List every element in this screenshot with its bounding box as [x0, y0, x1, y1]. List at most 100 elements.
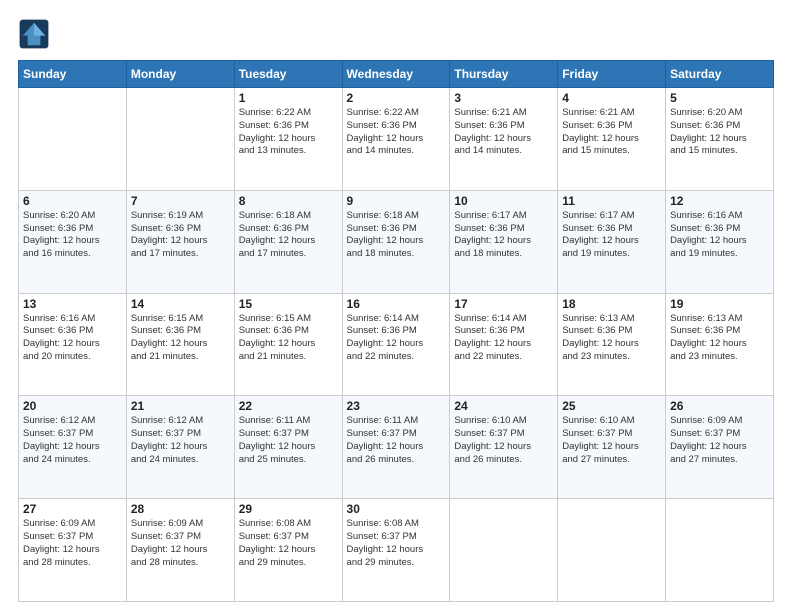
day-number: 5	[670, 91, 769, 105]
calendar-cell: 12 Sunrise: 6:16 AM Sunset: 6:36 PM Dayli…	[666, 190, 774, 293]
day-number: 3	[454, 91, 553, 105]
page: SundayMondayTuesdayWednesdayThursdayFrid…	[0, 0, 792, 612]
day-info: Sunrise: 6:18 AM Sunset: 6:36 PM Dayligh…	[239, 210, 338, 261]
day-number: 26	[670, 399, 769, 413]
calendar-cell: 9 Sunrise: 6:18 AM Sunset: 6:36 PM Daylig…	[342, 190, 450, 293]
calendar-cell: 18Sunrise: 6:13 AM Sunset: 6:36 PM Dayli…	[558, 293, 666, 396]
day-info: Sunrise: 6:10 AM Sunset: 6:37 PM Dayligh…	[562, 415, 661, 466]
weekday-header-sunday: Sunday	[19, 61, 127, 88]
day-info: Sunrise: 6:15 AM Sunset: 6:36 PM Dayligh…	[131, 313, 230, 364]
calendar-cell: 11 Sunrise: 6:17 AM Sunset: 6:36 PM Dayli…	[558, 190, 666, 293]
day-info: Sunrise: 6:09 AM Sunset: 6:37 PM Dayligh…	[131, 518, 230, 569]
day-info: Sunrise: 6:13 AM Sunset: 6:36 PM Dayligh…	[562, 313, 661, 364]
calendar-cell: 4Sunrise: 6:21 AM Sunset: 6:36 PM Daylig…	[558, 88, 666, 191]
day-info: Sunrise: 6:14 AM Sunset: 6:36 PM Dayligh…	[347, 313, 446, 364]
week-row-3: 13 Sunrise: 6:16 AM Sunset: 6:36 PM Dayli…	[19, 293, 774, 396]
calendar-cell	[558, 499, 666, 602]
day-number: 8	[239, 194, 338, 208]
calendar-cell: 13 Sunrise: 6:16 AM Sunset: 6:36 PM Dayli…	[19, 293, 127, 396]
weekday-header-monday: Monday	[126, 61, 234, 88]
calendar-cell: 7 Sunrise: 6:19 AM Sunset: 6:36 PM Daylig…	[126, 190, 234, 293]
week-row-2: 6Sunrise: 6:20 AM Sunset: 6:36 PM Daylig…	[19, 190, 774, 293]
calendar-cell: 8 Sunrise: 6:18 AM Sunset: 6:36 PM Daylig…	[234, 190, 342, 293]
day-info: Sunrise: 6:22 AM Sunset: 6:36 PM Dayligh…	[239, 107, 338, 158]
weekday-header-row: SundayMondayTuesdayWednesdayThursdayFrid…	[19, 61, 774, 88]
calendar-cell: 14 Sunrise: 6:15 AM Sunset: 6:36 PM Dayli…	[126, 293, 234, 396]
weekday-header-saturday: Saturday	[666, 61, 774, 88]
calendar-cell: 30 Sunrise: 6:08 AM Sunset: 6:37 PM Dayli…	[342, 499, 450, 602]
day-number: 27	[23, 502, 122, 516]
day-info: Sunrise: 6:22 AM Sunset: 6:36 PM Dayligh…	[347, 107, 446, 158]
day-number: 16	[347, 297, 446, 311]
day-info: Sunrise: 6:11 AM Sunset: 6:37 PM Dayligh…	[239, 415, 338, 466]
calendar-cell	[19, 88, 127, 191]
day-number: 24	[454, 399, 553, 413]
week-row-5: 27 Sunrise: 6:09 AM Sunset: 6:37 PM Dayli…	[19, 499, 774, 602]
calendar-cell: 23Sunrise: 6:11 AM Sunset: 6:37 PM Dayli…	[342, 396, 450, 499]
calendar-cell: 20 Sunrise: 6:12 AM Sunset: 6:37 PM Dayli…	[19, 396, 127, 499]
day-info: Sunrise: 6:16 AM Sunset: 6:36 PM Dayligh…	[23, 313, 122, 364]
day-info: Sunrise: 6:16 AM Sunset: 6:36 PM Dayligh…	[670, 210, 769, 261]
day-number: 9	[347, 194, 446, 208]
calendar-table: SundayMondayTuesdayWednesdayThursdayFrid…	[18, 60, 774, 602]
calendar-cell	[126, 88, 234, 191]
day-number: 14	[131, 297, 230, 311]
day-number: 1	[239, 91, 338, 105]
day-info: Sunrise: 6:18 AM Sunset: 6:36 PM Dayligh…	[347, 210, 446, 261]
calendar-cell: 3 Sunrise: 6:21 AM Sunset: 6:36 PM Daylig…	[450, 88, 558, 191]
calendar-cell: 16 Sunrise: 6:14 AM Sunset: 6:36 PM Dayli…	[342, 293, 450, 396]
day-number: 28	[131, 502, 230, 516]
calendar-cell: 22Sunrise: 6:11 AM Sunset: 6:37 PM Dayli…	[234, 396, 342, 499]
week-row-1: 1 Sunrise: 6:22 AM Sunset: 6:36 PM Daylig…	[19, 88, 774, 191]
day-info: Sunrise: 6:12 AM Sunset: 6:37 PM Dayligh…	[23, 415, 122, 466]
calendar-cell: 25 Sunrise: 6:10 AM Sunset: 6:37 PM Dayli…	[558, 396, 666, 499]
day-info: Sunrise: 6:14 AM Sunset: 6:36 PM Dayligh…	[454, 313, 553, 364]
calendar-cell	[666, 499, 774, 602]
day-number: 7	[131, 194, 230, 208]
day-info: Sunrise: 6:21 AM Sunset: 6:36 PM Dayligh…	[454, 107, 553, 158]
day-number: 6	[23, 194, 122, 208]
day-number: 4	[562, 91, 661, 105]
day-info: Sunrise: 6:17 AM Sunset: 6:36 PM Dayligh…	[562, 210, 661, 261]
day-info: Sunrise: 6:13 AM Sunset: 6:36 PM Dayligh…	[670, 313, 769, 364]
day-number: 25	[562, 399, 661, 413]
day-number: 19	[670, 297, 769, 311]
day-info: Sunrise: 6:19 AM Sunset: 6:36 PM Dayligh…	[131, 210, 230, 261]
day-number: 30	[347, 502, 446, 516]
calendar-cell: 6Sunrise: 6:20 AM Sunset: 6:36 PM Daylig…	[19, 190, 127, 293]
day-info: Sunrise: 6:20 AM Sunset: 6:36 PM Dayligh…	[670, 107, 769, 158]
day-number: 29	[239, 502, 338, 516]
day-number: 21	[131, 399, 230, 413]
calendar-cell: 2 Sunrise: 6:22 AM Sunset: 6:36 PM Daylig…	[342, 88, 450, 191]
day-info: Sunrise: 6:17 AM Sunset: 6:36 PM Dayligh…	[454, 210, 553, 261]
day-number: 2	[347, 91, 446, 105]
day-number: 12	[670, 194, 769, 208]
logo-icon	[18, 18, 50, 50]
day-info: Sunrise: 6:09 AM Sunset: 6:37 PM Dayligh…	[23, 518, 122, 569]
day-number: 23	[347, 399, 446, 413]
calendar-cell	[450, 499, 558, 602]
calendar-cell: 21 Sunrise: 6:12 AM Sunset: 6:37 PM Dayli…	[126, 396, 234, 499]
logo	[18, 18, 54, 50]
header	[18, 18, 774, 50]
weekday-header-tuesday: Tuesday	[234, 61, 342, 88]
week-row-4: 20 Sunrise: 6:12 AM Sunset: 6:37 PM Dayli…	[19, 396, 774, 499]
calendar-cell: 26Sunrise: 6:09 AM Sunset: 6:37 PM Dayli…	[666, 396, 774, 499]
weekday-header-thursday: Thursday	[450, 61, 558, 88]
day-info: Sunrise: 6:08 AM Sunset: 6:37 PM Dayligh…	[347, 518, 446, 569]
calendar-cell: 29Sunrise: 6:08 AM Sunset: 6:37 PM Dayli…	[234, 499, 342, 602]
calendar-cell: 17 Sunrise: 6:14 AM Sunset: 6:36 PM Dayli…	[450, 293, 558, 396]
calendar-cell: 10 Sunrise: 6:17 AM Sunset: 6:36 PM Dayli…	[450, 190, 558, 293]
day-info: Sunrise: 6:12 AM Sunset: 6:37 PM Dayligh…	[131, 415, 230, 466]
day-info: Sunrise: 6:15 AM Sunset: 6:36 PM Dayligh…	[239, 313, 338, 364]
weekday-header-friday: Friday	[558, 61, 666, 88]
day-number: 11	[562, 194, 661, 208]
calendar-cell: 5 Sunrise: 6:20 AM Sunset: 6:36 PM Daylig…	[666, 88, 774, 191]
day-number: 17	[454, 297, 553, 311]
day-number: 13	[23, 297, 122, 311]
day-info: Sunrise: 6:10 AM Sunset: 6:37 PM Dayligh…	[454, 415, 553, 466]
calendar-cell: 19 Sunrise: 6:13 AM Sunset: 6:36 PM Dayli…	[666, 293, 774, 396]
day-number: 20	[23, 399, 122, 413]
calendar-cell: 15Sunrise: 6:15 AM Sunset: 6:36 PM Dayli…	[234, 293, 342, 396]
day-number: 10	[454, 194, 553, 208]
